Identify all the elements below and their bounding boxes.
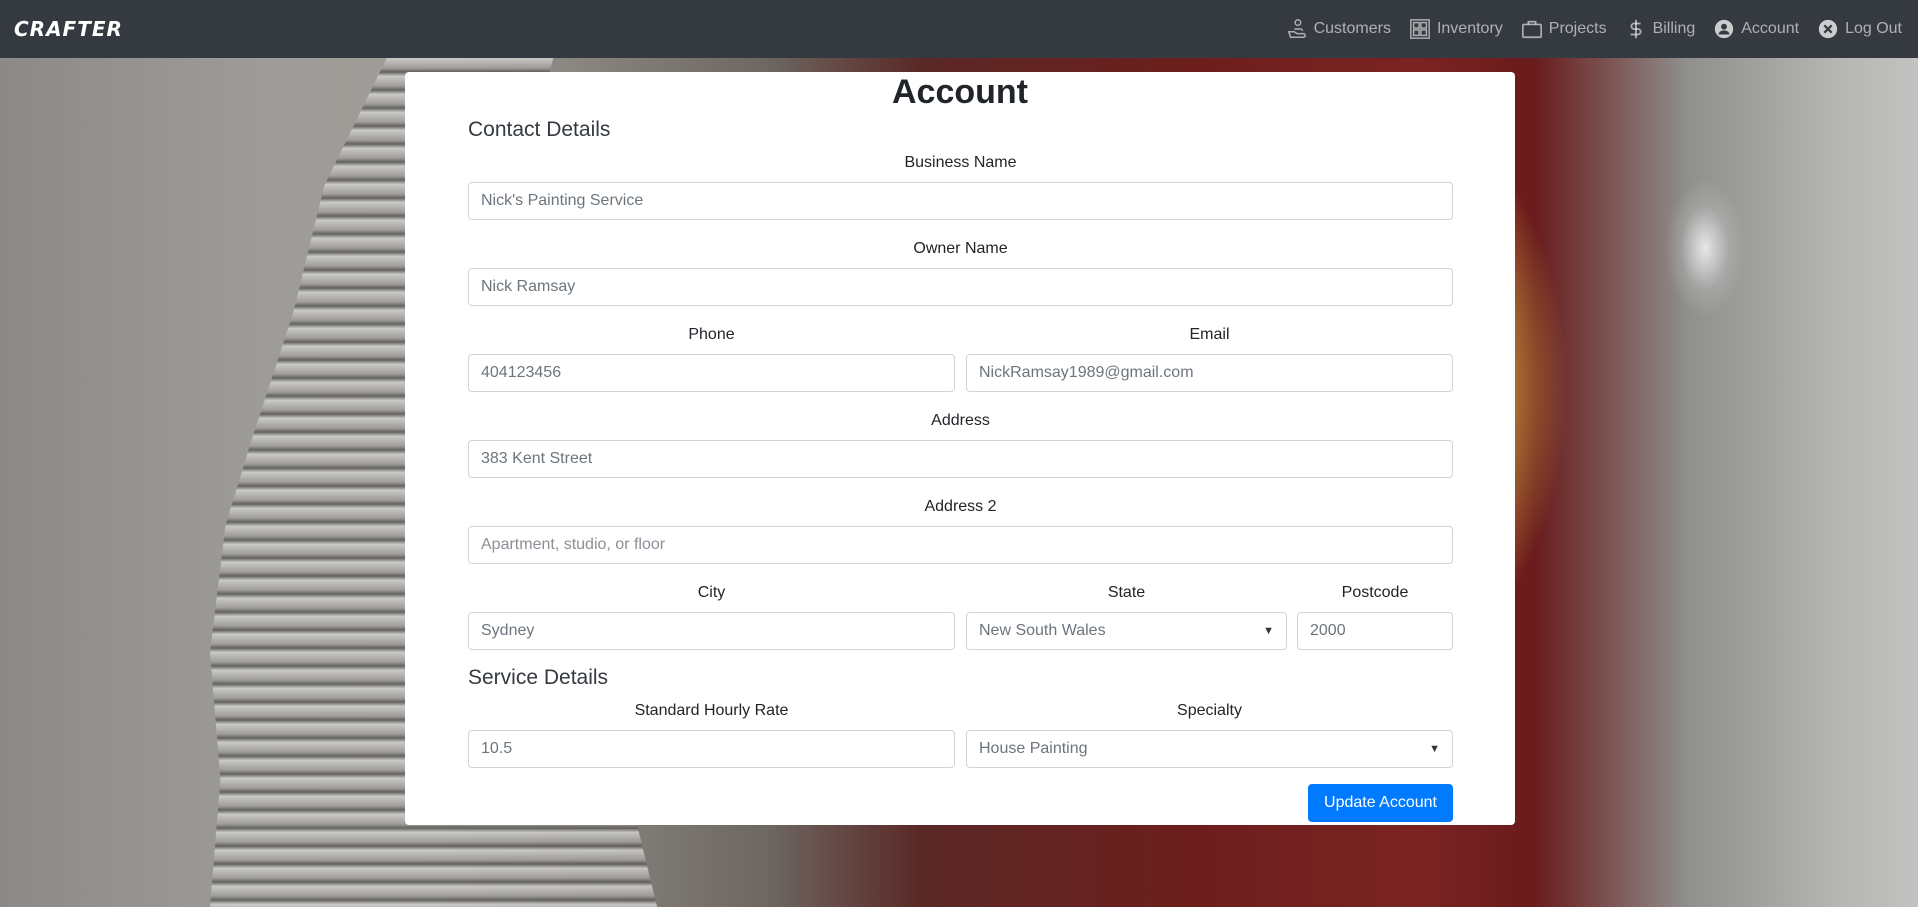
specialty-selected-value: House Painting [979, 740, 1088, 757]
dollar-icon [1630, 19, 1641, 39]
nav-label-account: Account [1741, 20, 1800, 37]
nav-label-logout: Log Out [1845, 20, 1902, 37]
nav-label-projects: Projects [1548, 20, 1607, 37]
postcode-label: Postcode [1341, 584, 1409, 601]
state-label: State [1107, 584, 1146, 601]
business-name-input[interactable] [468, 182, 1453, 220]
address2-input[interactable] [468, 526, 1453, 564]
owner-name-label: Owner Name [913, 240, 1008, 257]
nav-item-billing[interactable]: Billing [1625, 18, 1696, 40]
nav-item-account[interactable]: Account [1713, 18, 1799, 40]
nav-item-projects[interactable]: Projects [1521, 18, 1607, 40]
nav-label-customers: Customers [1313, 20, 1391, 37]
navbar: CRAFTER Customers Inventory Projects Bil… [0, 0, 1918, 58]
nav-label-inventory: Inventory [1436, 20, 1503, 37]
specialty-select[interactable]: House Painting ▼ [966, 730, 1453, 768]
address-input[interactable] [468, 440, 1453, 478]
owner-name-input[interactable] [468, 268, 1453, 306]
email-label: Email [1189, 326, 1230, 343]
city-input[interactable] [468, 612, 955, 650]
briefcase-icon [1521, 20, 1542, 39]
nav-links: Customers Inventory Projects Billing Acc… [1286, 18, 1902, 40]
close-circle-icon [1818, 19, 1838, 39]
address2-label: Address 2 [924, 498, 997, 515]
inventory-icon [1410, 19, 1430, 39]
business-name-label: Business Name [904, 154, 1017, 171]
account-card: Account Contact Details Business Name Ow… [405, 72, 1515, 825]
city-label: City [697, 584, 726, 601]
postcode-input[interactable] [1297, 612, 1453, 650]
brand-logo[interactable]: CRAFTER [14, 17, 123, 41]
email-input[interactable] [966, 354, 1453, 392]
state-select-box[interactable]: New South Wales ▼ [966, 612, 1287, 650]
state-selected-value: New South Wales [979, 622, 1106, 639]
chevron-down-icon: ▼ [1263, 625, 1274, 637]
phone-label: Phone [688, 326, 735, 343]
nav-item-customers[interactable]: Customers [1286, 18, 1391, 40]
nav-label-billing: Billing [1652, 20, 1696, 37]
nav-item-logout[interactable]: Log Out [1817, 18, 1902, 40]
hourly-rate-label: Standard Hourly Rate [634, 702, 789, 719]
contact-details-heading: Contact Details [468, 118, 611, 141]
address-label: Address [931, 412, 990, 429]
hourly-rate-input[interactable] [468, 730, 955, 768]
user-circle-icon [1715, 19, 1734, 39]
update-account-button[interactable]: Update Account [1308, 784, 1453, 822]
specialty-select-box[interactable]: House Painting ▼ [966, 730, 1453, 768]
state-select[interactable]: New South Wales ▼ [966, 612, 1287, 650]
page-title: Account [892, 73, 1028, 111]
nav-item-inventory[interactable]: Inventory [1409, 18, 1503, 40]
phone-input[interactable] [468, 354, 955, 392]
service-details-heading: Service Details [468, 666, 609, 689]
customer-icon [1287, 19, 1306, 38]
chevron-down-icon: ▼ [1429, 743, 1440, 755]
specialty-label: Specialty [1177, 702, 1242, 719]
